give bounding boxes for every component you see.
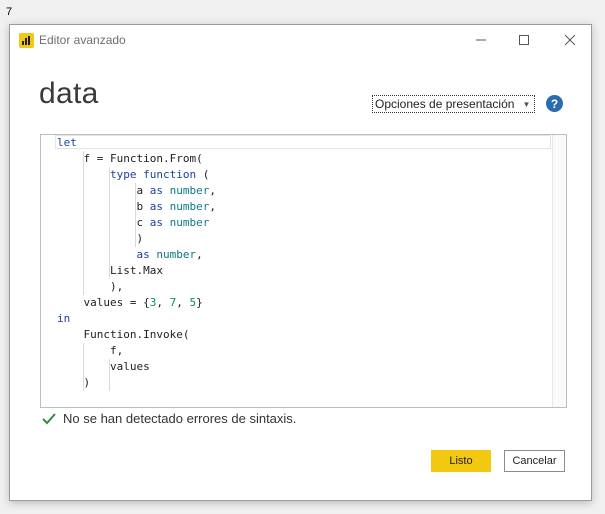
code-line: a as number,: [57, 184, 216, 197]
code-text[interactable]: let f = Function.From( type function ( a…: [57, 135, 216, 391]
code-line: in: [57, 312, 71, 325]
advanced-editor-window: Editor avanzado data Opciones de present…: [9, 24, 592, 501]
code-line: let: [57, 136, 77, 149]
code-line: values: [57, 360, 150, 373]
maximize-icon: [519, 35, 529, 45]
display-options-dropdown[interactable]: Opciones de presentación ▼: [372, 95, 536, 113]
code-line: as number,: [136, 248, 203, 261]
code-line: type function (: [109, 168, 210, 181]
code-line: List.Max: [57, 264, 163, 277]
close-icon: [564, 34, 576, 46]
code-line: ): [57, 232, 144, 245]
code-line: Function.Invoke(: [57, 328, 190, 341]
code-line: f,: [57, 344, 124, 357]
title-bar: Editor avanzado: [10, 25, 591, 55]
code-line: c as number: [57, 216, 210, 229]
cancel-button[interactable]: Cancelar: [504, 450, 565, 472]
code-editor[interactable]: let f = Function.From( type function ( a…: [40, 134, 567, 408]
code-line: ): [57, 376, 91, 389]
done-button[interactable]: Listo: [431, 450, 491, 472]
display-options-label: Opciones de presentación: [375, 97, 515, 111]
code-line: b as number,: [57, 200, 216, 213]
corner-label: 7: [6, 6, 13, 18]
power-bi-icon: [19, 33, 34, 48]
vertical-scrollbar[interactable]: [552, 135, 566, 407]
query-name-title: data: [39, 77, 99, 110]
checkmark-icon: [42, 412, 56, 424]
minimize-button[interactable]: [466, 29, 496, 51]
help-icon[interactable]: ?: [546, 95, 563, 112]
syntax-status: No se han detectado errores de sintaxis.: [42, 411, 296, 426]
syntax-status-text: No se han detectado errores de sintaxis.: [63, 411, 297, 426]
window-title: Editor avanzado: [39, 33, 126, 47]
close-button[interactable]: [555, 29, 585, 51]
code-line: values = {3, 7, 5}: [57, 296, 203, 309]
maximize-button[interactable]: [509, 29, 539, 51]
chevron-down-icon: ▼: [522, 99, 531, 109]
code-line: f = Function.From(: [57, 152, 203, 165]
code-line: ),: [57, 280, 124, 293]
minimize-icon: [476, 39, 486, 41]
